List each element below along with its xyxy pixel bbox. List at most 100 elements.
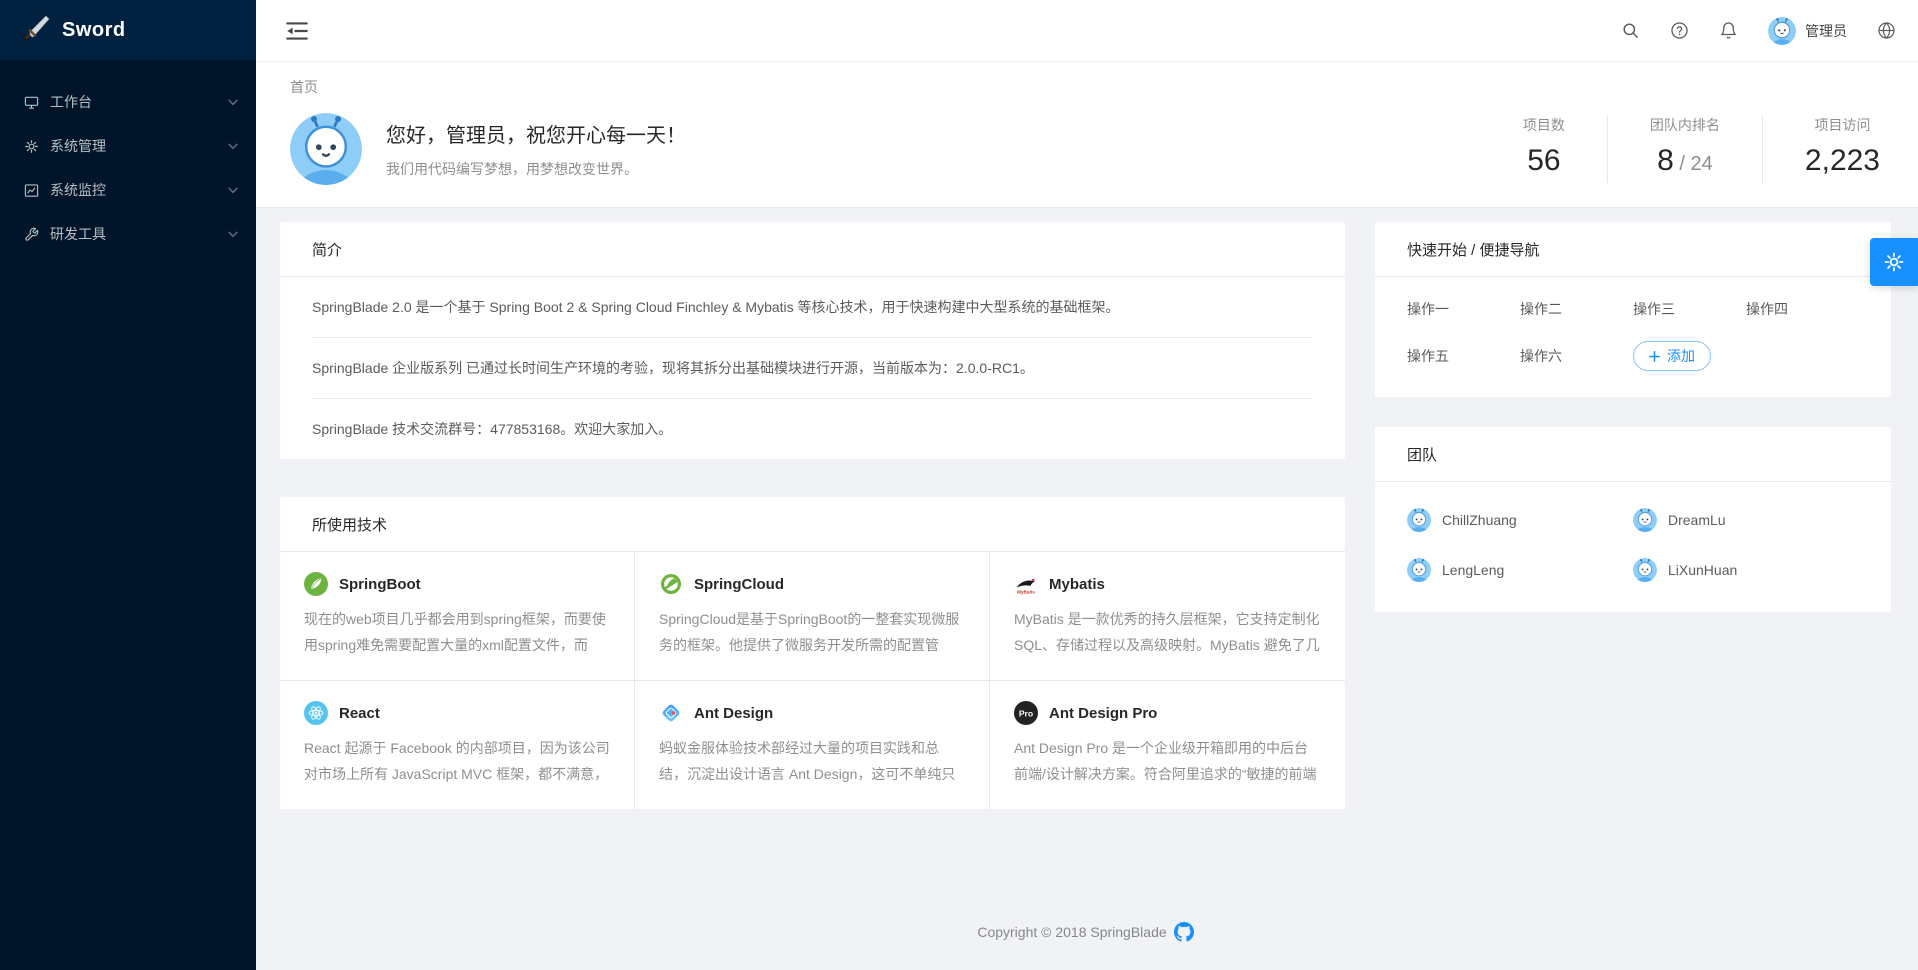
tech-card: 所使用技术 SpringBoot 现在的web项目几乎都会用到spring框架，… xyxy=(280,497,1345,809)
copyright-text: Copyright © 2018 SpringBlade xyxy=(977,924,1166,940)
topbar-actions: 管理员 xyxy=(1621,17,1896,45)
sidebar-item-system-monitor[interactable]: 系统监控 xyxy=(0,168,256,212)
quick-link-4[interactable]: 操作四 xyxy=(1746,299,1788,319)
svg-text:MyBatis: MyBatis xyxy=(1017,590,1035,595)
breadcrumb[interactable]: 首页 xyxy=(290,77,318,97)
member-name: LiXunHuan xyxy=(1668,562,1737,578)
stat-visits: 项目访问 2,223 xyxy=(1762,115,1886,183)
help-icon[interactable] xyxy=(1670,21,1689,40)
main-area: 管理员 首页 您好，管理员，祝您开心每一天！ 我们用代码编写梦想，用梦想改变世界… xyxy=(256,0,1918,970)
app-window: Sword 工作台 系统管理 系统监控 研发工具 xyxy=(0,0,1918,970)
sidebar: Sword 工作台 系统管理 系统监控 研发工具 xyxy=(0,0,256,970)
stat-team-rank: 团队内排名 8 / 24 xyxy=(1607,115,1762,183)
tech-desc: React 起源于 Facebook 的内部项目，因为该公司对市场上所有 Jav… xyxy=(304,735,610,787)
tech-item-react: React React 起源于 Facebook 的内部项目，因为该公司对市场上… xyxy=(280,681,635,809)
tech-name: Ant Design Pro xyxy=(1049,705,1157,722)
quick-link-6[interactable]: 操作六 xyxy=(1520,346,1562,366)
tech-desc: MyBatis 是一款优秀的持久层框架，它支持定制化 SQL、存储过程以及高级映… xyxy=(1014,606,1321,658)
tech-desc: Ant Design Pro 是一个企业级开箱即用的中后台前端/设计解决方案。符… xyxy=(1014,735,1321,787)
member-name: DreamLu xyxy=(1668,512,1726,528)
gear-icon xyxy=(24,139,39,154)
team-member[interactable]: LiXunHuan xyxy=(1633,558,1859,582)
quick-nav-title: 快速开始 / 便捷导航 xyxy=(1375,222,1891,277)
stat-value: 2,223 xyxy=(1805,144,1880,177)
stat-value: 56 xyxy=(1527,144,1560,177)
monitor-chart-icon xyxy=(24,183,39,198)
menu-fold-icon[interactable] xyxy=(284,18,310,44)
sidebar-item-system-admin[interactable]: 系统管理 xyxy=(0,124,256,168)
team-member[interactable]: LengLeng xyxy=(1407,558,1633,582)
quick-link-3[interactable]: 操作三 xyxy=(1633,299,1675,319)
tech-name: Ant Design xyxy=(694,705,773,722)
welcome-subtitle: 我们用代码编写梦想，用梦想改变世界。 xyxy=(386,159,686,179)
tech-item-mybatis: MyBatis Mybatis MyBatis 是一款优秀的持久层框架，它支持定… xyxy=(990,552,1345,681)
mybatis-icon: MyBatis xyxy=(1014,572,1038,596)
username: 管理员 xyxy=(1805,21,1847,41)
sidebar-menu: 工作台 系统管理 系统监控 研发工具 xyxy=(0,60,256,256)
stat-label: 项目数 xyxy=(1523,115,1565,135)
tech-card-title: 所使用技术 xyxy=(280,497,1345,552)
welcome-text: 您好，管理员，祝您开心每一天！ 我们用代码编写梦想，用梦想改变世界。 xyxy=(386,119,686,179)
search-icon[interactable] xyxy=(1621,21,1640,40)
tech-name: React xyxy=(339,705,380,722)
avatar xyxy=(1407,558,1431,582)
chevron-down-icon xyxy=(228,231,238,238)
chevron-down-icon xyxy=(228,99,238,106)
app-title: Sword xyxy=(62,19,126,42)
footer: Copyright © 2018 SpringBlade xyxy=(280,898,1891,970)
page-header: 首页 您好，管理员，祝您开心每一天！ 我们用代码编写梦想，用梦想改变世界。 项目… xyxy=(256,62,1918,208)
wrench-icon xyxy=(24,227,39,242)
app-logo[interactable]: Sword xyxy=(0,0,256,60)
member-name: ChillZhuang xyxy=(1442,512,1517,528)
team-member[interactable]: ChillZhuang xyxy=(1407,508,1633,532)
topbar: 管理员 xyxy=(256,0,1918,62)
avatar xyxy=(1633,508,1657,532)
desktop-icon xyxy=(24,95,39,110)
sidebar-item-label: 系统管理 xyxy=(50,136,106,156)
globe-icon[interactable] xyxy=(1877,21,1896,40)
ant-design-pro-icon: Pro xyxy=(1014,701,1038,725)
tech-name: SpringBoot xyxy=(339,576,421,593)
avatar xyxy=(1768,17,1796,45)
team-member[interactable]: DreamLu xyxy=(1633,508,1859,532)
sidebar-item-workbench[interactable]: 工作台 xyxy=(0,80,256,124)
sidebar-item-label: 工作台 xyxy=(50,92,92,112)
github-icon[interactable] xyxy=(1174,922,1194,942)
tech-name: SpringCloud xyxy=(694,576,784,593)
intro-line: SpringBlade 2.0 是一个基于 Spring Boot 2 & Sp… xyxy=(312,277,1313,338)
quick-link-5[interactable]: 操作五 xyxy=(1407,346,1449,366)
welcome-title: 您好，管理员，祝您开心每一天！ xyxy=(386,119,686,148)
stat-projects: 项目数 56 xyxy=(1481,115,1607,183)
bell-icon[interactable] xyxy=(1719,21,1738,40)
stat-value: 8 xyxy=(1657,144,1674,177)
react-icon xyxy=(304,701,328,725)
add-button-label: 添加 xyxy=(1667,346,1695,366)
team-card: 团队 ChillZhuang DreamLu xyxy=(1375,427,1891,612)
stat-label: 项目访问 xyxy=(1805,115,1880,135)
avatar xyxy=(1633,558,1657,582)
intro-line: SpringBlade 技术交流群号：477853168。欢迎大家加入。 xyxy=(312,399,1313,459)
ant-design-icon xyxy=(659,701,683,725)
sidebar-item-label: 研发工具 xyxy=(50,224,106,244)
sidebar-item-label: 系统监控 xyxy=(50,180,106,200)
tech-item-springcloud: SpringCloud SpringCloud是基于SpringBoot的一整套… xyxy=(635,552,990,681)
springboot-icon xyxy=(304,572,328,596)
stats-group: 项目数 56 团队内排名 8 / 24 项目访问 2,223 xyxy=(1481,115,1886,183)
content-area: 简介 SpringBlade 2.0 是一个基于 Spring Boot 2 &… xyxy=(256,208,1918,970)
quick-link-1[interactable]: 操作一 xyxy=(1407,299,1449,319)
user-menu[interactable]: 管理员 xyxy=(1768,17,1847,45)
tech-item-springboot: SpringBoot 现在的web项目几乎都会用到spring框架，而要使用sp… xyxy=(280,552,635,681)
add-button[interactable]: 添加 xyxy=(1633,341,1711,371)
tech-desc: SpringCloud是基于SpringBoot的一整套实现微服务的框架。他提供… xyxy=(659,606,965,658)
chevron-down-icon xyxy=(228,187,238,194)
springcloud-icon xyxy=(659,572,683,596)
sword-icon xyxy=(22,14,50,47)
welcome-avatar xyxy=(290,113,362,185)
quick-link-2[interactable]: 操作二 xyxy=(1520,299,1562,319)
stat-suffix: / 24 xyxy=(1674,153,1713,175)
intro-line: SpringBlade 企业版系列 已通过长时间生产环境的考验，现将其拆分出基础… xyxy=(312,338,1313,399)
sidebar-item-dev-tools[interactable]: 研发工具 xyxy=(0,212,256,256)
chevron-down-icon xyxy=(228,143,238,150)
settings-trigger-button[interactable] xyxy=(1870,238,1918,286)
avatar xyxy=(1407,508,1431,532)
